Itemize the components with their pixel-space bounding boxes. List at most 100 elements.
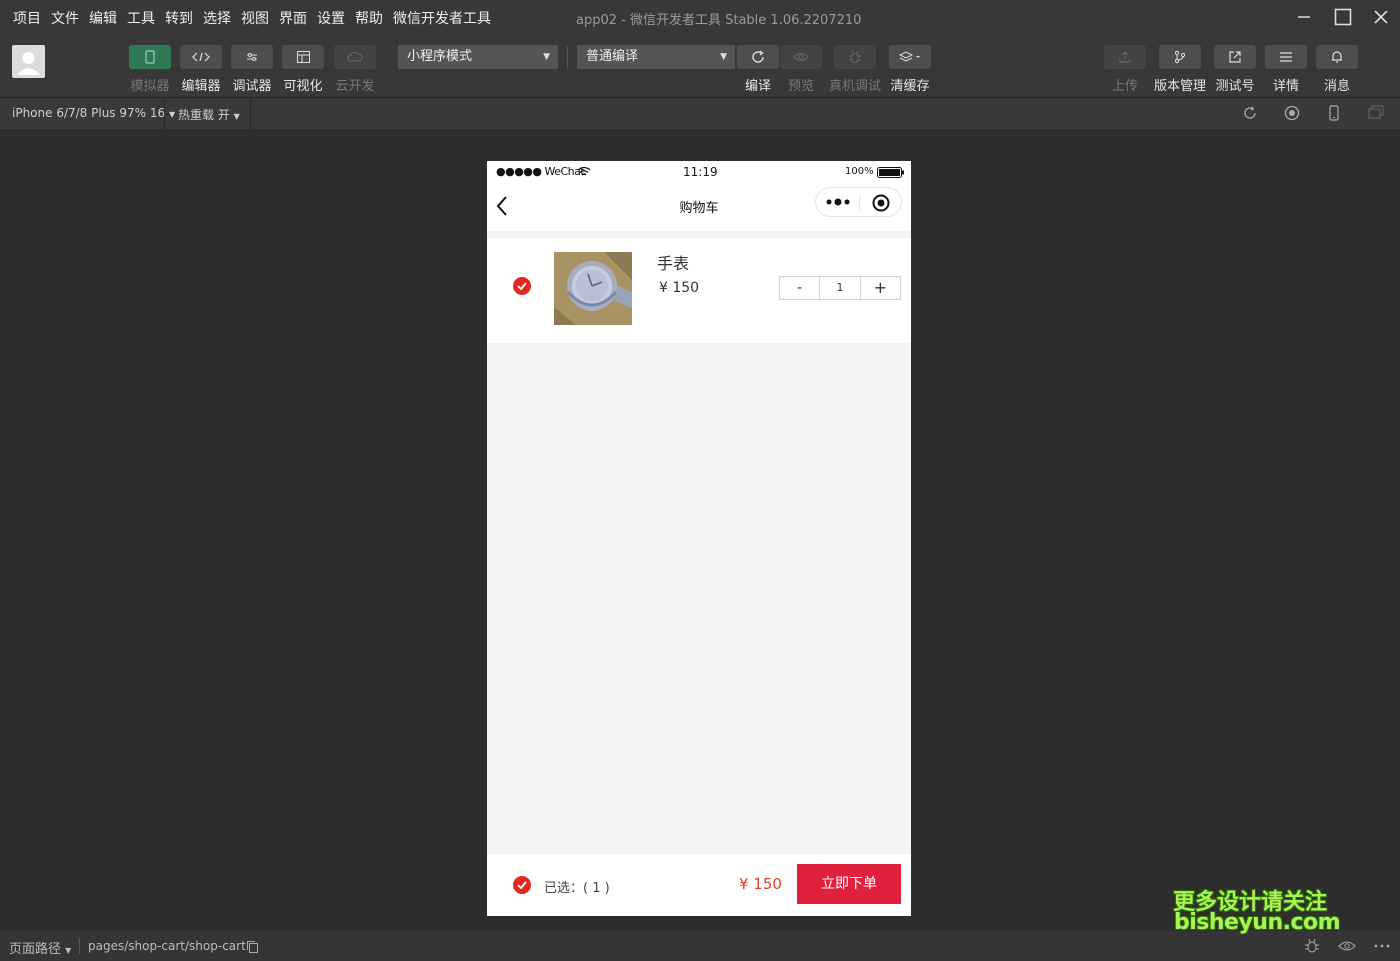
details-label: 详情 [1272,79,1299,94]
stop-record-icon[interactable] [1284,105,1300,121]
avatar[interactable] [12,45,45,78]
compile-select[interactable]: 普通编译 ▼ [577,45,735,69]
menu-devtools[interactable]: 微信开发者工具 [393,8,491,28]
version-label: 版本管理 [1153,79,1206,94]
wifi-icon [577,167,591,176]
decrease-button[interactable]: - [780,277,821,299]
menu-icon [1280,52,1292,62]
version-button[interactable] [1159,45,1201,69]
device-select[interactable]: iPhone 6/7/8 Plus 97% 16 ▼ [12,106,175,120]
product-image[interactable] [554,252,632,325]
cart-item: 手表 ¥ 150 - 1 + [487,238,911,343]
editor-label: 编辑器 [181,79,221,94]
menu-select[interactable]: 选择 [203,8,231,28]
window-icon[interactable] [1368,105,1384,121]
phone-status-bar: ●●●●● WeChat 11:19 100% [487,161,911,183]
battery-icon [877,167,904,178]
menu-settings[interactable]: 设置 [317,8,345,28]
upload-label: 上传 [1111,79,1138,94]
clear-cache-button[interactable] [889,45,931,69]
sliders-icon [247,53,257,61]
window-title: app02 - 微信开发者工具 Stable 1.06.2207210 [576,13,862,28]
menu-edit[interactable]: 编辑 [89,8,117,28]
close-icon [1374,10,1388,24]
details-button[interactable] [1265,45,1307,69]
upload-icon [1119,51,1131,63]
close-button[interactable] [1368,4,1394,30]
menu-file[interactable]: 文件 [51,8,79,28]
phone-nav-bar: 购物车 [487,183,911,231]
debugger-button[interactable] [231,45,273,69]
page-path-toggle[interactable]: 页面路径 ▼ [9,938,71,957]
device-select-value: iPhone 6/7/8 Plus 97% 16 [12,106,166,120]
refresh-icon [752,50,764,63]
divider [164,98,165,129]
capsule-divider [859,194,860,211]
item-price: ¥ 150 [659,280,700,296]
carrier-label: ●●●●● WeChat [496,165,585,178]
menu-view[interactable]: 视图 [241,8,269,28]
item-name: 手表 [657,254,690,273]
copy-icon[interactable] [246,940,259,953]
watermark-line2: bisheyun.com [1174,910,1341,935]
total-price: ¥ 150 [739,875,782,893]
increase-button[interactable]: + [861,277,900,299]
simulator-button[interactable] [129,45,171,69]
more-icon[interactable] [1374,944,1390,948]
toolbar: 模拟器 编辑器 调试器 可视化 云开发 小程序模式 ▼ 普通编译 ▼ 编译 预览… [0,34,1400,98]
divider [250,98,251,129]
more-icon[interactable] [826,197,852,207]
quantity-stepper: - 1 + [779,276,901,300]
real-debug-button[interactable] [834,45,876,69]
rotate-icon[interactable] [1242,105,1258,121]
menu-bar: 项目 文件 编辑 工具 转到 选择 视图 界面 设置 帮助 微信开发者工具 ap… [0,0,1400,34]
test-account-label: 测试号 [1215,79,1255,94]
preview-label: 预览 [787,79,814,94]
external-link-icon [1229,51,1241,63]
debugger-label: 调试器 [232,79,272,94]
menu-tools[interactable]: 工具 [127,8,155,28]
minimize-button[interactable] [1291,4,1317,30]
check-icon [517,282,527,290]
cloud-button[interactable] [334,45,376,69]
cart-footer: 已选：( 1 ) ¥ 150 立即下单 [487,854,911,916]
item-checkbox[interactable] [513,277,531,295]
menu-help[interactable]: 帮助 [355,8,383,28]
cloud-label: 云开发 [335,79,375,94]
maximize-icon [1334,8,1352,26]
page-path: pages/shop-cart/shop-cart [88,939,246,953]
battery-percent: 100% [845,166,874,177]
messages-button[interactable] [1316,45,1358,69]
menu-project[interactable]: 项目 [13,8,41,28]
chevron-down-icon: ▼ [720,52,727,62]
chevron-down-icon: ▼ [543,52,550,62]
mode-select[interactable]: 小程序模式 ▼ [398,45,558,69]
select-all-checkbox[interactable] [513,876,531,894]
user-icon [17,52,40,75]
simulator-label: 模拟器 [130,79,170,94]
visual-label: 可视化 [283,79,323,94]
real-debug-label: 真机调试 [828,79,881,94]
menu-interface[interactable]: 界面 [279,8,307,28]
close-miniprogram-icon[interactable] [872,194,890,212]
test-account-button[interactable] [1214,45,1256,69]
eye-icon[interactable] [1338,940,1356,952]
visual-button[interactable] [282,45,324,69]
order-now-button[interactable]: 立即下单 [797,864,901,904]
quantity-value[interactable]: 1 [820,277,861,299]
clock: 11:19 [683,165,718,179]
upload-button[interactable] [1104,45,1146,69]
editor-button[interactable] [180,45,222,69]
menu-goto[interactable]: 转到 [165,8,193,28]
preview-button[interactable] [780,45,822,69]
hot-reload-value: 热重载 开 [178,108,230,122]
compile-select-value: 普通编译 [586,49,639,64]
compile-button[interactable] [737,45,779,69]
code-icon [192,52,210,62]
bug-icon[interactable] [1304,938,1320,954]
maximize-button[interactable] [1330,4,1356,30]
hot-reload-toggle[interactable]: 热重载 开 ▼ [178,106,240,123]
compile-label: 编译 [744,79,771,94]
bug-icon [849,50,861,63]
phone-icon[interactable] [1326,105,1342,121]
